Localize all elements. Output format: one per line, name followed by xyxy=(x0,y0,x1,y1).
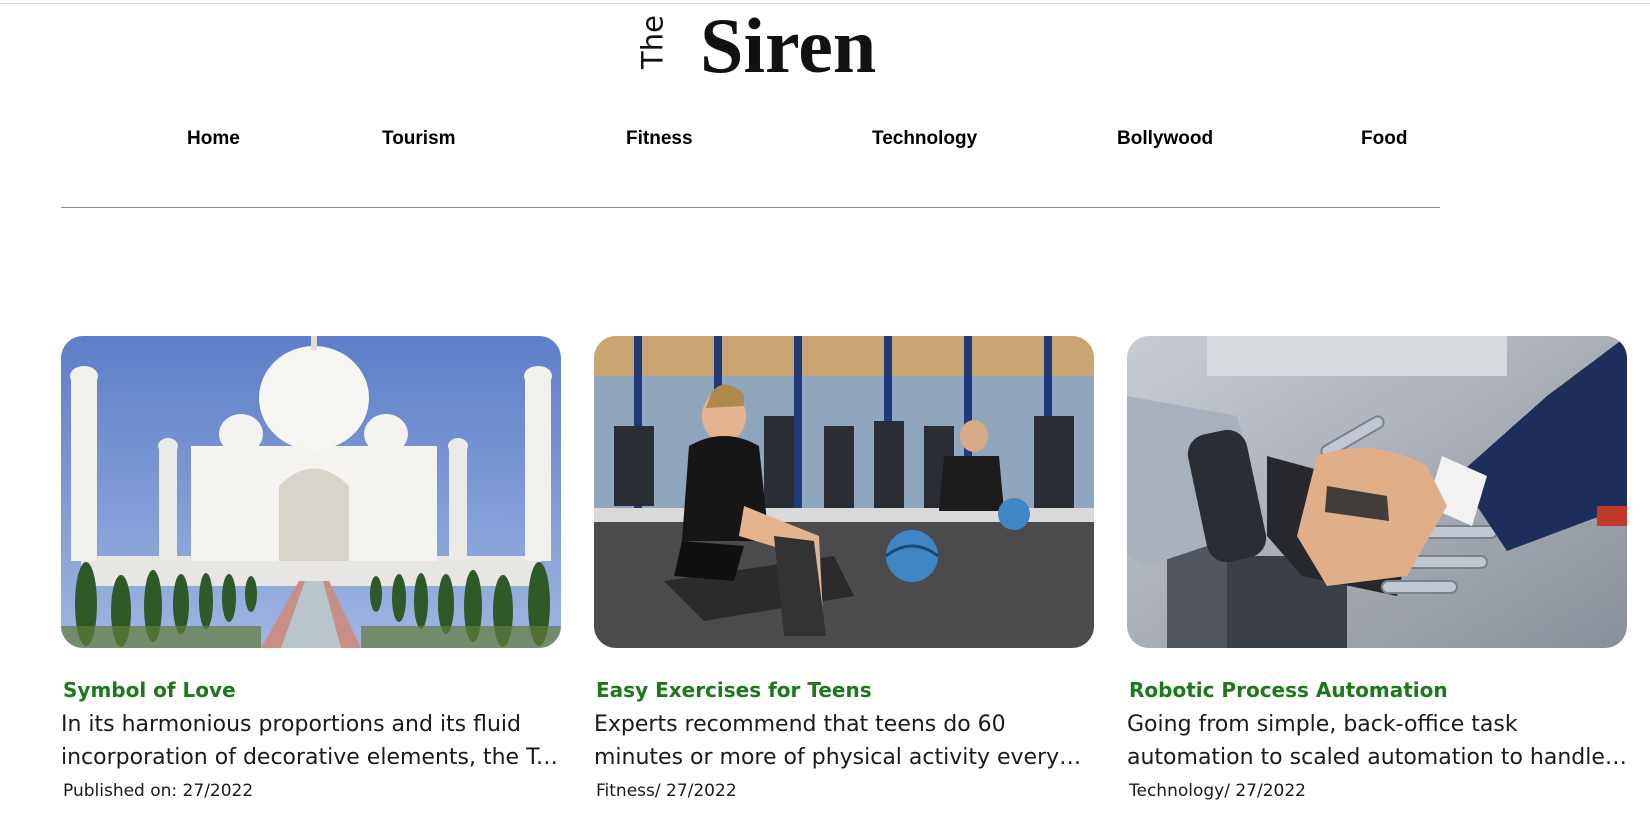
nav-item-bollywood[interactable]: Bollywood xyxy=(1117,128,1213,150)
article-meta: Technology/ 27/2022 xyxy=(1129,781,1306,801)
article-description: Going from simple, back-office task auto… xyxy=(1127,712,1605,770)
article-image-taj-mahal[interactable] xyxy=(61,336,561,648)
nav-item-technology[interactable]: Technology xyxy=(872,128,977,150)
article-image-gym[interactable] xyxy=(594,336,1094,648)
nav-item-home[interactable]: Home xyxy=(187,128,240,150)
nav-item-fitness[interactable]: Fitness xyxy=(626,128,693,150)
logo-name: Siren xyxy=(700,2,877,89)
article-meta: Fitness/ 27/2022 xyxy=(596,781,737,801)
nav-item-tourism[interactable]: Tourism xyxy=(382,128,456,150)
article-title[interactable]: Robotic Process Automation xyxy=(1129,678,1448,702)
article-image-robot-hand[interactable] xyxy=(1127,336,1627,648)
article-card[interactable]: Robotic Process Automation Going from si… xyxy=(1127,336,1627,806)
nav-item-food[interactable]: Food xyxy=(1361,128,1407,150)
article-description: In its harmonious proportions and its fl… xyxy=(61,712,556,770)
article-card[interactable]: Symbol of Love In its harmonious proport… xyxy=(61,336,561,806)
article-title[interactable]: Easy Exercises for Teens xyxy=(596,678,872,702)
article-description: Experts recommend that teens do 60 minut… xyxy=(594,712,1060,770)
article-card[interactable]: Easy Exercises for Teens Experts recomme… xyxy=(594,336,1094,806)
nav-divider xyxy=(61,207,1440,208)
article-meta: Published on: 27/2022 xyxy=(63,781,254,801)
logo-prefix: The xyxy=(635,15,670,69)
article-title[interactable]: Symbol of Love xyxy=(63,678,236,702)
